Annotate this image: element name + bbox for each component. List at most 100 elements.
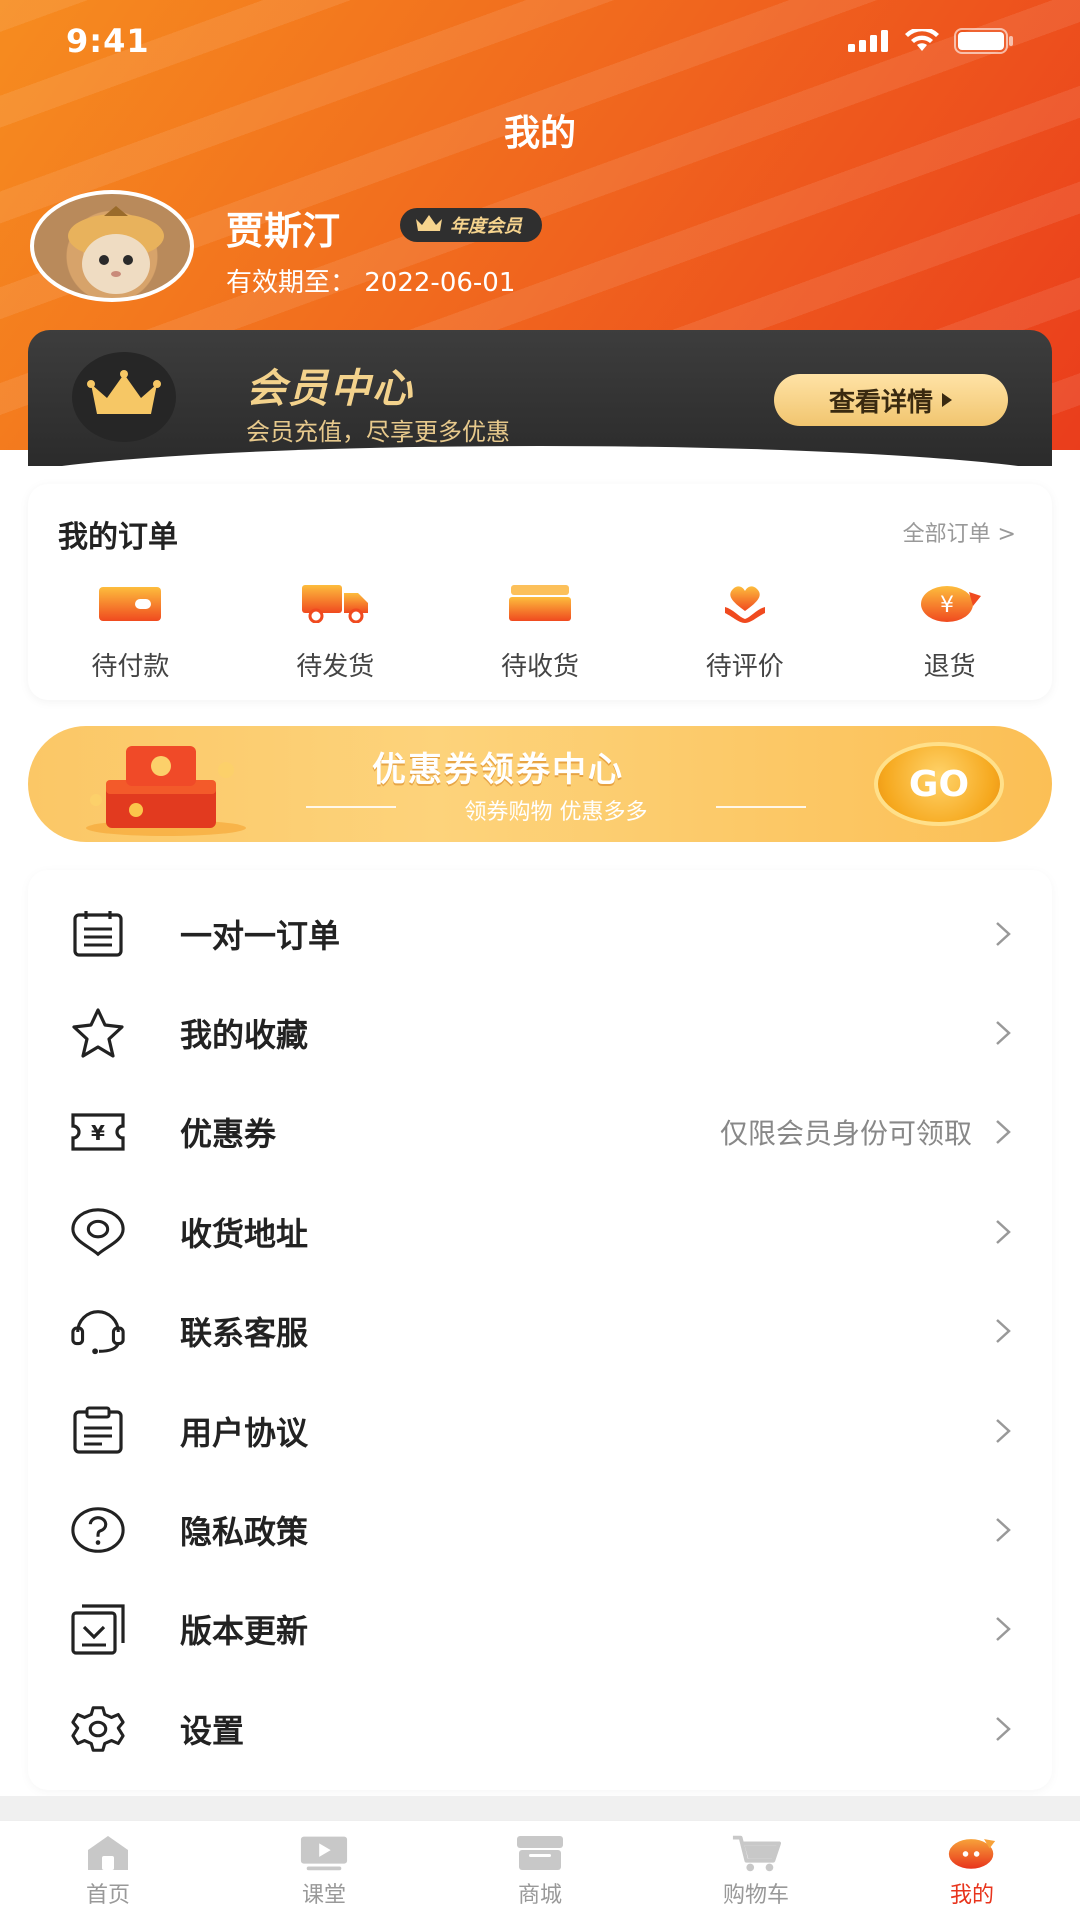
triangle-right-icon	[941, 385, 953, 415]
order-status-list: 待付款 待发货 待收货 待评价 ¥ 退货	[28, 582, 1052, 683]
order-status-pending-payment[interactable]: 待付款	[28, 582, 233, 683]
coupon-center-banner[interactable]: 优惠券领券中心 领券购物 优惠多多 GO	[28, 726, 1052, 842]
order-status-label: 退货	[923, 652, 976, 682]
signal-icon	[848, 30, 890, 56]
status-bar: 9:41	[0, 0, 1080, 90]
membership-badge: 年度会员	[400, 208, 542, 242]
tab-classroom[interactable]: 课堂	[216, 1821, 432, 1920]
wifi-icon	[904, 26, 940, 57]
order-status-label: 待收货	[500, 652, 579, 682]
coupon-center-subtitle: 领券购物 优惠多多	[296, 794, 816, 826]
menu-item-label: 收货地址	[180, 1214, 309, 1253]
menu-item-label: 我的收藏	[180, 1016, 309, 1055]
tab-store[interactable]: 商城	[432, 1821, 648, 1920]
crown-badge	[72, 352, 176, 442]
chevron-right-icon	[990, 1119, 1016, 1145]
svg-text:¥: ¥	[91, 1121, 105, 1145]
all-orders-link[interactable]: 全部订单 >	[903, 516, 1016, 548]
play-icon	[299, 1833, 349, 1873]
order-status-pending-review[interactable]: 待评价	[642, 582, 847, 683]
clipboard-icon	[70, 1403, 126, 1459]
tab-label: 我的	[949, 1883, 994, 1908]
order-status-label: 待发货	[296, 652, 375, 682]
status-time: 9:41	[66, 22, 150, 60]
menu-item-label: 一对一订单	[180, 916, 341, 955]
update-icon	[70, 1601, 126, 1657]
status-icons	[848, 26, 1014, 58]
order-status-returns[interactable]: ¥ 退货	[847, 582, 1052, 683]
menu-item-label: 版本更新	[180, 1612, 309, 1651]
tab-home[interactable]: 首页	[0, 1821, 216, 1920]
cart-icon	[731, 1833, 781, 1873]
menu-item-coupons[interactable]: ¥ 优惠券 仅限会员身份可领取	[28, 1083, 1052, 1182]
gear-icon	[70, 1701, 126, 1757]
member-center-title: 会员中心	[246, 366, 414, 412]
question-icon	[70, 1502, 126, 1558]
menu-item-settings[interactable]: 设置	[28, 1679, 1052, 1778]
menu-item-user-agreement[interactable]: 用户协议	[28, 1381, 1052, 1480]
menu-item-favorites[interactable]: 我的收藏	[28, 983, 1052, 1082]
calendar-icon	[70, 906, 126, 962]
menu-item-label: 隐私政策	[180, 1513, 309, 1552]
wallet-icon	[95, 582, 165, 624]
tab-profile[interactable]: 我的	[864, 1821, 1080, 1920]
menu-item-customer-service[interactable]: 联系客服	[28, 1282, 1052, 1381]
menu-item-hint: 仅限会员身份可领取	[719, 1117, 972, 1151]
menu-item-privacy-policy[interactable]: 隐私政策	[28, 1480, 1052, 1579]
chevron-right-icon	[990, 1616, 1016, 1642]
order-status-pending-shipment[interactable]: 待发货	[233, 582, 438, 683]
refund-icon: ¥	[915, 582, 985, 624]
orders-card: 我的订单 全部订单 > 待付款 待发货 待收货 待评价 ¥ 退货	[28, 484, 1052, 700]
tab-cart[interactable]: 购物车	[648, 1821, 864, 1920]
orders-title: 我的订单	[58, 520, 178, 555]
chevron-right-icon	[990, 1517, 1016, 1543]
heart-hand-icon	[710, 582, 780, 624]
view-details-button[interactable]: 查看详情	[774, 374, 1008, 426]
tab-label: 首页	[85, 1883, 130, 1908]
battery-icon	[954, 28, 1014, 58]
avatar-image	[30, 190, 194, 302]
membership-badge-label: 年度会员	[450, 216, 522, 237]
truck-icon	[300, 582, 370, 624]
box-icon	[505, 582, 575, 624]
crown-icon	[87, 370, 161, 424]
menu-item-version-update[interactable]: 版本更新	[28, 1580, 1052, 1679]
crown-icon	[414, 213, 444, 238]
tab-bar: 首页 课堂 商城 购物车 我的	[0, 1820, 1080, 1920]
menu-item-one-on-one-orders[interactable]: 一对一订单	[28, 884, 1052, 983]
order-status-pending-receipt[interactable]: 待收货	[438, 582, 643, 683]
membership-expiry: 有效期至： 2022-06-01	[226, 268, 516, 298]
chevron-right-icon	[990, 1219, 1016, 1245]
chevron-right-icon	[990, 1020, 1016, 1046]
page-title: 我的	[503, 113, 576, 154]
profile-icon	[947, 1833, 997, 1873]
view-details-label: 查看详情	[828, 387, 933, 418]
svg-text:¥: ¥	[940, 593, 954, 618]
menu-item-label: 设置	[180, 1711, 245, 1750]
chevron-right-icon	[990, 1418, 1016, 1444]
store-icon	[515, 1833, 565, 1873]
coupon-center-title: 优惠券领券中心	[372, 750, 624, 790]
menu-item-label: 优惠券	[180, 1115, 277, 1154]
menu-list: 一对一订单 我的收藏 ¥ 优惠券 仅限会员身份可领取 收货地址 联系客服 用户协…	[28, 870, 1052, 1790]
chevron-right-icon	[990, 1318, 1016, 1344]
tab-label: 购物车	[722, 1883, 789, 1908]
coupon-go-button[interactable]: GO	[874, 742, 1004, 826]
tab-label: 课堂	[301, 1883, 346, 1908]
user-name: 贾斯汀	[226, 209, 341, 253]
gift-box-icon	[76, 740, 256, 836]
order-status-label: 待评价	[705, 652, 784, 682]
menu-item-label: 用户协议	[180, 1413, 309, 1452]
tab-label: 商城	[517, 1883, 562, 1908]
divider	[0, 1796, 1080, 1820]
headset-icon	[70, 1303, 126, 1359]
menu-item-shipping-address[interactable]: 收货地址	[28, 1182, 1052, 1281]
star-icon	[70, 1005, 126, 1061]
member-center-subtitle: 会员充值，尽享更多优惠	[246, 418, 510, 446]
avatar[interactable]	[30, 190, 194, 302]
location-icon	[70, 1204, 126, 1260]
member-center-card[interactable]: 会员中心 会员充值，尽享更多优惠 查看详情	[28, 330, 1052, 466]
order-status-label: 待付款	[91, 652, 170, 682]
home-icon	[83, 1833, 133, 1873]
menu-item-label: 联系客服	[180, 1314, 309, 1353]
